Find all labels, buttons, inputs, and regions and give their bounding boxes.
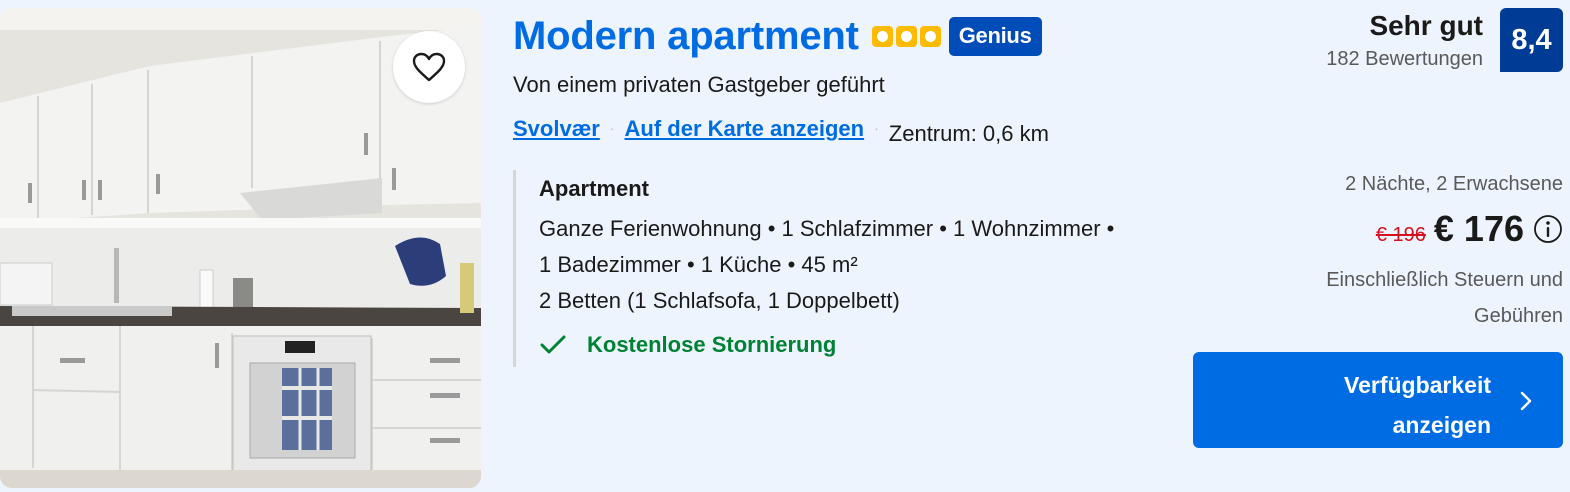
show-on-map-link[interactable]: Auf der Karte anzeigen (625, 116, 865, 142)
property-card: Modern apartment Genius Von einem privat… (0, 0, 1570, 492)
separator-dot: · (874, 120, 879, 136)
host-info: Von einem privaten Gastgeber geführt (513, 72, 885, 97)
info-icon[interactable] (1533, 214, 1563, 244)
price-row: € 196 € 176 (1376, 208, 1563, 250)
review-score-badge[interactable]: 8,4 (1500, 8, 1563, 72)
stay-details: 2 Nächte, 2 Erwachsene (1345, 173, 1563, 195)
unit-features-line-2: 1 Badezimmer • 1 Küche • 45 m² (539, 252, 858, 277)
unit-details: Apartment Ganze Ferienwohnung • 1 Schlaf… (513, 170, 1173, 367)
heart-icon (412, 52, 446, 82)
property-photo[interactable] (0, 8, 481, 488)
star-icon (895, 26, 917, 47)
genius-badge[interactable]: Genius (948, 17, 1042, 56)
tax-note: Einschließlich Steuern und Gebühren (1326, 269, 1563, 327)
favorite-button[interactable] (393, 31, 465, 103)
checkmark-icon (540, 335, 566, 354)
separator-dot: · (609, 120, 615, 136)
free-cancellation-label: Kostenlose Stornierung (587, 332, 837, 357)
star-icon (871, 26, 893, 47)
title-row: Modern apartment Genius (513, 14, 1042, 59)
star-icon (919, 26, 941, 47)
distance-text: Zentrum: 0,6 km (888, 121, 1049, 146)
property-title[interactable]: Modern apartment (513, 14, 859, 59)
location-row: Svolvær · Auf der Karte anzeigen · Zentr… (513, 116, 1049, 146)
current-price: € 176 (1433, 208, 1524, 249)
chevron-right-icon (1520, 391, 1532, 411)
unit-beds: 2 Betten (1 Schlafsofa, 1 Doppelbett) (539, 288, 900, 313)
star-rating (871, 26, 941, 47)
show-availability-button[interactable]: Verfügbarkeit anzeigen (1193, 352, 1563, 448)
review-count: 182 Bewertungen (1326, 48, 1483, 70)
unit-name: Apartment (539, 176, 650, 201)
rating-label: Sehr gut (1369, 10, 1483, 41)
show-availability-label: Verfügbarkeit anzeigen (1344, 372, 1491, 438)
original-price: € 196 (1375, 223, 1426, 246)
free-cancellation: Kostenlose Stornierung (539, 332, 836, 358)
unit-features-line-1: Ganze Ferienwohnung • 1 Schlafzimmer • 1… (539, 216, 1115, 241)
rating-summary[interactable]: Sehr gut 182 Bewertungen (1326, 10, 1483, 71)
city-link[interactable]: Svolvær (513, 116, 600, 142)
